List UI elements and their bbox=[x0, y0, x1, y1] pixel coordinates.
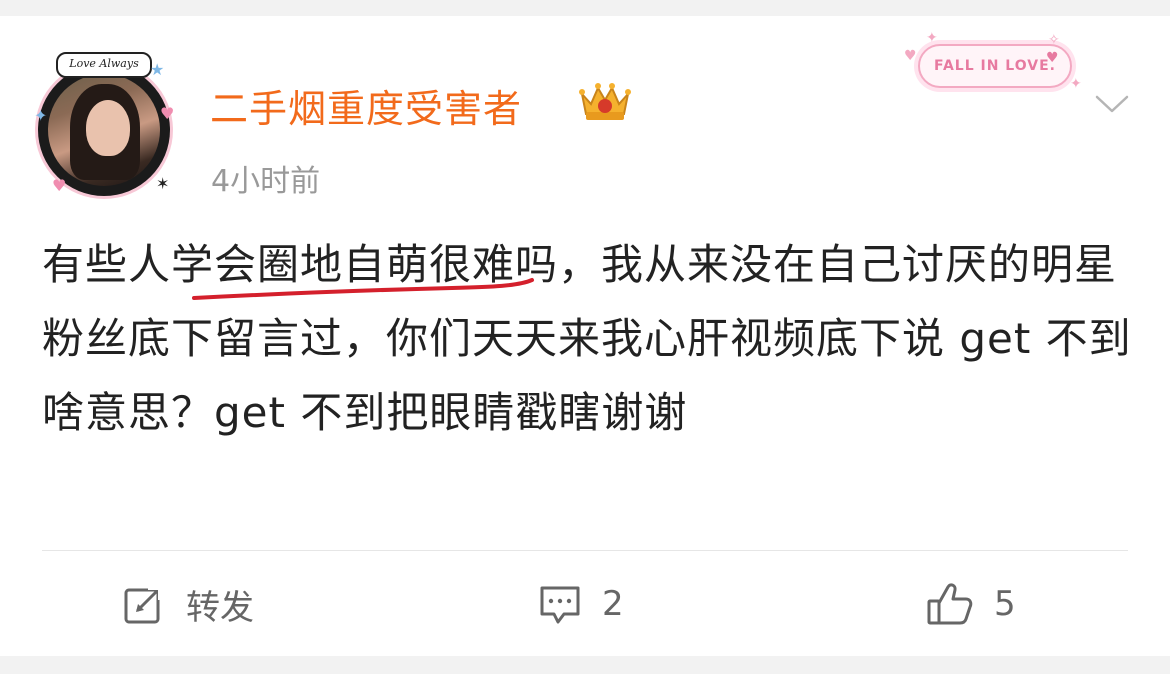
fall-in-love-badge: FALL IN LOVE. ♥ ✦ ✧ ✦ ♥ bbox=[898, 30, 1088, 100]
chevron-down-icon[interactable] bbox=[1094, 92, 1130, 116]
like-button[interactable]: 5 bbox=[926, 576, 1016, 632]
post-time: 4小时前 bbox=[211, 164, 321, 199]
like-count: 5 bbox=[994, 584, 1016, 624]
sparkle-icon: ✦ bbox=[1070, 76, 1082, 92]
post-content: 有些人学会圈地自萌很难吗，我从来没在自己讨厌的明星粉丝底下留言过，你们天天来我心… bbox=[42, 228, 1132, 450]
repost-label: 转发 bbox=[186, 587, 254, 628]
username[interactable]: 二手烟重度受害者 bbox=[210, 78, 522, 133]
post-text-before: 有些 bbox=[42, 240, 129, 289]
divider bbox=[42, 550, 1128, 551]
comment-count: 2 bbox=[602, 584, 624, 624]
star-icon: ★ bbox=[150, 60, 165, 79]
repost-button[interactable]: 转发 bbox=[122, 576, 254, 632]
star-icon: ✶ bbox=[156, 174, 170, 193]
star-icon: ✦ bbox=[34, 106, 48, 125]
heart-icon: ♥ bbox=[160, 104, 175, 123]
red-underline-mark bbox=[192, 278, 534, 300]
sparkle-icon: ✦ bbox=[926, 30, 938, 46]
sparkle-icon: ✧ bbox=[1048, 32, 1060, 48]
comment-button[interactable]: 2 bbox=[538, 576, 624, 632]
comment-icon bbox=[538, 582, 582, 626]
avatar[interactable]: Love Always ✦ ★ ♥ ♥ ✶ bbox=[30, 46, 180, 196]
heart-icon: ♥ bbox=[1046, 50, 1059, 66]
crown-badge-icon[interactable] bbox=[576, 80, 634, 124]
weibo-post-card: Love Always ✦ ★ ♥ ♥ ✶ 二手烟重度受害者 4小时前 FALL… bbox=[0, 16, 1170, 656]
repost-icon bbox=[122, 582, 166, 626]
avatar-photo bbox=[48, 74, 160, 186]
heart-icon: ♥ bbox=[904, 48, 917, 64]
avatar-banner: Love Always bbox=[56, 52, 152, 78]
heart-icon: ♥ bbox=[52, 176, 67, 195]
thumbs-up-icon bbox=[926, 581, 974, 627]
